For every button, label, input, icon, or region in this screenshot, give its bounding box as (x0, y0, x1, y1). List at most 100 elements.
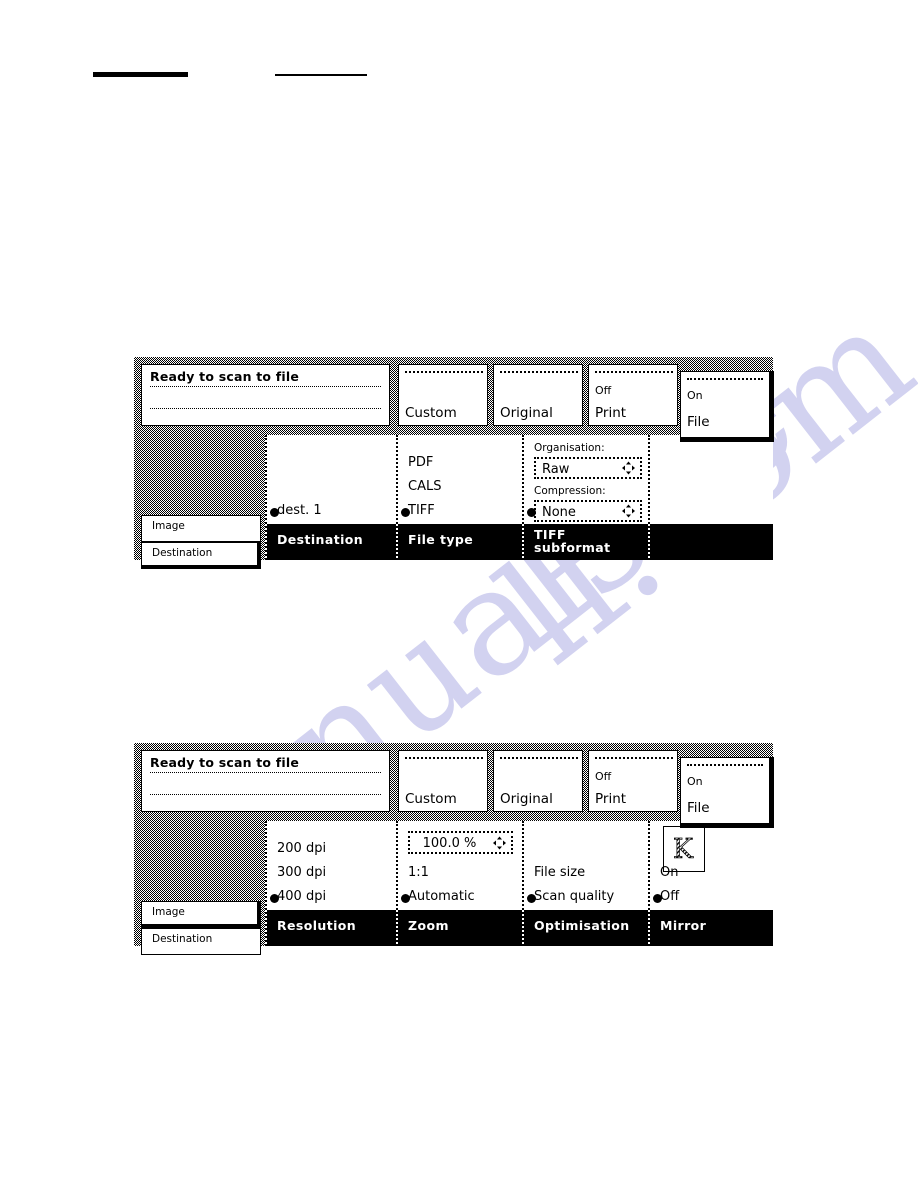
header-cell-label: Custom (405, 791, 457, 807)
option-label: 200 dpi (277, 841, 327, 856)
radio-selected-icon (401, 508, 410, 517)
option-tiff[interactable]: TIFF (401, 503, 435, 518)
header-cell-output-file-active[interactable]: On File (680, 757, 774, 828)
spinner-updown-icon[interactable] (493, 836, 506, 849)
column-file-type: PDF CALS TIFF File type (396, 435, 522, 560)
column-resolution: 200 dpi 300 dpi 400 dpi Resolution (265, 821, 396, 946)
option-300-dpi[interactable]: 300 dpi (277, 865, 326, 880)
header-cell-label: Original (500, 791, 553, 807)
spinner-updown-icon[interactable] (622, 461, 635, 475)
status-divider-1 (150, 772, 381, 773)
tab-label: Image (152, 520, 185, 532)
header-cell-label: Original (500, 405, 553, 421)
option-label: Automatic (408, 889, 475, 904)
header-cell-output-print[interactable]: Off Print (588, 750, 678, 812)
option-400-dpi[interactable]: 400 dpi (270, 889, 327, 904)
organisation-value: Raw (542, 462, 570, 477)
header-cell-quality[interactable]: Original (493, 750, 583, 812)
column-destination: dest. 1 Destination (265, 435, 396, 560)
radio-selected-icon (527, 894, 536, 903)
header-cell-output-print[interactable]: Off Print (588, 364, 678, 426)
label-compression: Compression: (534, 485, 606, 497)
spinner-updown-icon[interactable] (622, 504, 635, 518)
footer-line-2: subformat (534, 540, 611, 555)
header-rule-thin (275, 74, 367, 76)
option-label: 1:1 (408, 865, 429, 880)
option-dest-1[interactable]: dest. 1 (270, 503, 322, 518)
option-label: 400 dpi (277, 889, 327, 904)
header-cell-media[interactable]: Custom (398, 750, 488, 812)
option-scan-quality[interactable]: Scan quality (527, 889, 614, 904)
header-cell-quality[interactable]: Original (493, 364, 583, 426)
column-options: dest. 1 (267, 435, 396, 524)
status-title: Ready to scan to file (150, 369, 300, 384)
option-one-to-one[interactable]: 1:1 (408, 865, 429, 880)
cell-dotted-rule (595, 371, 673, 373)
option-label: On (660, 865, 679, 880)
panel-header: Ready to scan to file Custom Original Of… (134, 357, 773, 435)
option-200-dpi[interactable]: 200 dpi (277, 841, 326, 856)
column-fields: Organisation: Raw Compression: None (524, 435, 648, 524)
header-cell-media[interactable]: Custom (398, 364, 488, 426)
cell-dotted-rule (595, 757, 673, 759)
tab-label: Image (152, 906, 185, 918)
column-tiff-subformat: Organisation: Raw Compression: None TIFF… (522, 435, 648, 560)
header-cell-label: Print (595, 791, 627, 807)
cell-dotted-rule (405, 371, 483, 373)
column-options: PDF CALS TIFF (398, 435, 522, 524)
option-label: PDF (408, 455, 434, 470)
header-cell-label: Custom (405, 405, 457, 421)
option-mirror-on[interactable]: On (660, 865, 678, 880)
status-divider-2 (150, 408, 381, 409)
header-cell-label: Print (595, 405, 627, 421)
option-file-size[interactable]: File size (534, 865, 585, 880)
cell-dotted-rule (500, 371, 578, 373)
tab-label: Destination (152, 547, 213, 559)
column-footer-empty (650, 524, 773, 560)
header-cell-sublabel: On (687, 389, 703, 402)
sidebar-tab-destination[interactable]: Destination (141, 542, 261, 569)
option-label: 300 dpi (277, 865, 327, 880)
column-footer-destination: Destination (267, 524, 396, 560)
header-cell-sublabel: On (687, 775, 703, 788)
option-label: CALS (408, 479, 442, 494)
column-footer-optimisation: Optimisation (524, 910, 648, 946)
svg-text:K: K (673, 834, 694, 865)
column-options: K On Off (650, 821, 773, 910)
option-pdf[interactable]: PDF (408, 455, 433, 470)
panel-body: Image Destination dest. 1 Destination PD… (134, 435, 773, 569)
sidebar-tab-image[interactable]: Image (141, 901, 261, 928)
option-label: File size (534, 865, 586, 880)
column-optimisation: File size Scan quality Optimisation (522, 821, 648, 946)
sidebar-tab-destination[interactable]: Destination (141, 928, 261, 955)
header-cell-sublabel: Off (595, 770, 612, 783)
header-cell-sublabel: Off (595, 384, 612, 397)
column-footer-mirror: Mirror (650, 910, 773, 946)
cell-dotted-rule (687, 764, 763, 766)
column-footer-resolution: Resolution (267, 910, 396, 946)
radio-selected-icon (527, 508, 536, 517)
zoom-percent-stepper[interactable]: 100.0 % (408, 831, 513, 854)
option-label: TIFF (408, 503, 435, 518)
tab-label: Destination (152, 933, 213, 945)
cell-dotted-rule (687, 378, 763, 380)
watermark: nualshe lf.com (0, 0, 918, 1188)
radio-selected-icon (270, 508, 279, 517)
compression-value: None (542, 505, 576, 520)
compression-select[interactable]: None (527, 500, 642, 522)
option-cals[interactable]: CALS (408, 479, 441, 494)
status-box: Ready to scan to file (141, 364, 390, 426)
header-cell-output-file-active[interactable]: On File (680, 371, 774, 442)
status-box: Ready to scan to file (141, 750, 390, 812)
header-cell-label: File (687, 414, 710, 430)
sidebar-tab-image[interactable]: Image (141, 515, 261, 542)
column-mirror: K On Off Mirror (648, 821, 773, 946)
status-divider-2 (150, 794, 381, 795)
column-options: 100.0 % 1:1 Automatic (398, 821, 522, 910)
header-cell-label: File (687, 800, 710, 816)
option-automatic[interactable]: Automatic (401, 889, 475, 904)
option-mirror-off[interactable]: Off (653, 889, 679, 904)
cell-dotted-rule (500, 757, 578, 759)
organisation-select[interactable]: Raw (534, 457, 642, 479)
column-options: 200 dpi 300 dpi 400 dpi (267, 821, 396, 910)
